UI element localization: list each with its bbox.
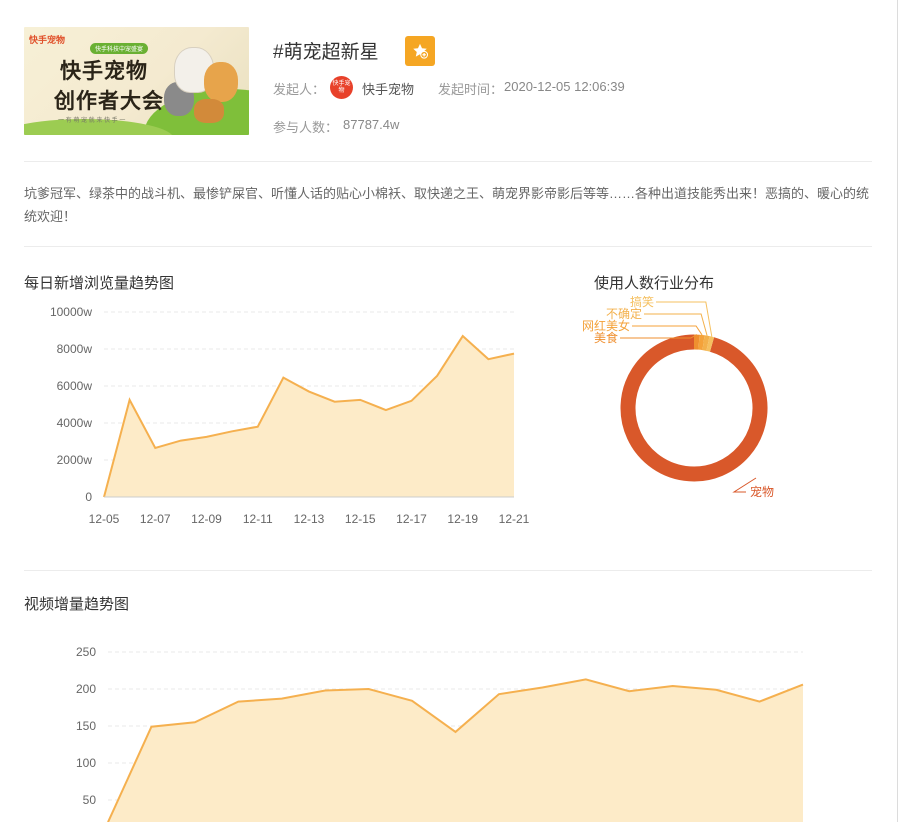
- banner-headline-1: 快手宠物: [60, 60, 148, 83]
- divider-mid: [24, 246, 872, 247]
- banner-subline: 一 有 萌 宠 就 来 快 手 一: [58, 118, 126, 124]
- y-tick-label: 10000w: [50, 305, 92, 319]
- series-area: [108, 679, 803, 822]
- y-tick-label: 100: [76, 756, 96, 770]
- initiator-avatar[interactable]: 快手宠物: [330, 76, 353, 99]
- topic-banner-image: 快手宠物 快手科技中宠盛宴 快手宠物 创作者大会 一 有 萌 宠 就 来 快 手…: [24, 27, 249, 135]
- participants-value: 87787.4w: [343, 117, 400, 132]
- y-tick-label: 150: [76, 719, 96, 733]
- pie-leader-line: [644, 313, 708, 336]
- pie-label: 搞笑: [630, 296, 654, 309]
- x-tick-label: 12-13: [294, 512, 325, 526]
- topic-title: #萌宠超新星: [273, 42, 379, 63]
- initiator-label: 发起人：: [273, 82, 326, 97]
- y-tick-label: 250: [76, 645, 96, 659]
- x-tick-label: 12-11: [243, 512, 273, 526]
- views-trend-chart: 0 2000w 4000w 6000w 8000w 10000w 12-05 12-07 12-…: [50, 305, 530, 526]
- video-trend-chart: 50 100 150 200 250: [76, 645, 804, 822]
- pie-slice: [620, 334, 768, 482]
- x-tick-label: 12-17: [396, 512, 427, 526]
- y-tick-label: 50: [83, 793, 97, 807]
- participants-label: 参与人数：: [273, 120, 339, 135]
- x-tick-label: 12-07: [140, 512, 171, 526]
- x-tick-label: 12-21: [499, 512, 530, 526]
- pie-slice: [706, 336, 715, 352]
- y-tick-label: 0: [85, 490, 92, 504]
- banner-brand-logo: 快手宠物: [29, 35, 66, 45]
- y-tick-label: 2000w: [57, 453, 93, 467]
- x-tick-label: 12-09: [191, 512, 222, 526]
- industry-distribution-chart: 宠物美食网红美女不确定搞笑: [582, 296, 774, 499]
- x-tick-label: 12-19: [447, 512, 478, 526]
- x-tick-label: 12-15: [345, 512, 376, 526]
- star-plus-icon: [413, 43, 429, 59]
- y-tick-label: 6000w: [57, 379, 93, 393]
- divider-bottom: [24, 570, 872, 571]
- initiator-name-link[interactable]: 快手宠物: [362, 79, 414, 98]
- pie-leader-line: [632, 325, 703, 336]
- video-trend-title: 视频增量趋势图: [24, 596, 130, 613]
- right-border: [897, 0, 898, 822]
- pie-slice: [702, 335, 710, 351]
- time-value: 2020-12-05 12:06:39: [504, 79, 625, 94]
- views-trend-title: 每日新增浏览量趋势图: [24, 275, 175, 292]
- banner-headline-2: 创作者大会: [54, 90, 164, 113]
- pie-label: 宠物: [750, 484, 774, 499]
- divider-top: [24, 161, 872, 162]
- x-tick-label: 12-05: [89, 512, 120, 526]
- banner-dog-shiba-illustration: [204, 62, 238, 102]
- topic-description: 坑爹冠军、绿茶中的战斗机、最惨铲屎官、听懂人话的贴心小棉袄、取快递之王、萌宠界影…: [24, 186, 870, 224]
- banner-pup-illustration: [194, 99, 224, 123]
- series-area: [104, 336, 514, 497]
- banner-tag: 快手科技中宠盛宴: [90, 43, 149, 54]
- pie-slice: [698, 334, 705, 351]
- industry-distribution-title: 使用人数行业分布: [594, 275, 715, 292]
- favorite-button[interactable]: [405, 36, 435, 66]
- y-tick-label: 200: [76, 682, 96, 696]
- time-label: 发起时间：: [438, 82, 504, 97]
- y-tick-label: 4000w: [57, 416, 93, 430]
- y-tick-label: 8000w: [57, 342, 93, 356]
- initiator-avatar-text: 快手宠物: [332, 80, 351, 94]
- pie-leader-line: [656, 301, 713, 337]
